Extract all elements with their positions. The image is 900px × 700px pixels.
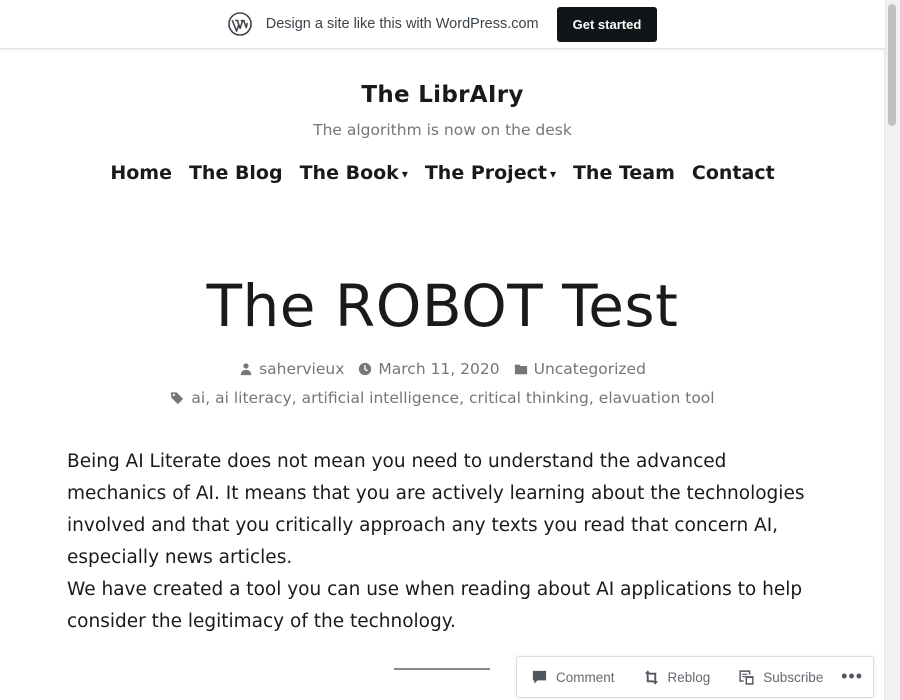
post-author[interactable]: sahervieux — [239, 360, 344, 378]
folder-icon — [514, 364, 527, 375]
nav-item-label: The Book — [299, 162, 399, 184]
nav-item-label: Contact — [691, 162, 775, 184]
site-title[interactable]: The LibrAIry — [0, 82, 885, 108]
dropdown-caret-icon: ▾ — [401, 167, 408, 181]
nav-item-the-team[interactable]: The Team — [573, 162, 675, 184]
more-options-icon[interactable]: ••• — [841, 667, 863, 685]
comment-icon — [532, 670, 547, 684]
main-nav: Home The Blog The Book ▾ The Project ▾ The… — [0, 162, 885, 184]
nav-item-contact[interactable]: Contact — [692, 162, 775, 184]
post-meta: sahervieux March 11, 2020 Uncategorized — [0, 360, 885, 378]
tag-icon — [171, 392, 184, 405]
nav-item-label: The Team — [572, 162, 675, 184]
tag-link[interactable]: ai literacy — [215, 389, 292, 407]
nav-item-label: Home — [110, 162, 172, 184]
action-bar: Comment Reblog Subscribe ••• — [516, 656, 874, 698]
get-started-button[interactable]: Get started — [556, 6, 658, 42]
reblog-icon — [644, 669, 658, 685]
scrollbar-thumb[interactable] — [888, 4, 896, 126]
person-icon — [240, 363, 252, 376]
wordpress-banner-text: Design a site like this with WordPress.c… — [265, 16, 539, 32]
post-paragraph: Being AI Literate does not mean you need… — [67, 451, 805, 568]
post-category-text: Uncategorized — [533, 360, 646, 378]
post-date[interactable]: March 11, 2020 — [358, 360, 500, 378]
page-scrollbar[interactable] — [884, 0, 900, 700]
post-category[interactable]: Uncategorized — [514, 360, 646, 378]
nav-item-the-project[interactable]: The Project ▾ — [425, 162, 556, 184]
subscribe-label: Subscribe — [763, 669, 824, 685]
post-paragraph: We have created a tool you can use when … — [67, 579, 803, 632]
post-tags: ai, ai literacy, artificial intelligence… — [0, 389, 885, 407]
reblog-button[interactable]: Reblog — [643, 669, 711, 686]
nav-item-label: The Blog — [188, 162, 283, 184]
post-author-name: sahervieux — [259, 360, 345, 378]
wordpress-banner: Design a site like this with WordPress.c… — [0, 0, 885, 49]
nav-item-home[interactable]: Home — [110, 162, 172, 184]
nav-item-label: The Project — [424, 162, 547, 184]
content-divider — [394, 668, 490, 670]
site-tagline: The algorithm is now on the desk — [313, 121, 572, 139]
nav-item-the-blog[interactable]: The Blog — [189, 162, 283, 184]
dropdown-caret-icon: ▾ — [549, 167, 556, 181]
tag-link[interactable]: ai — [191, 389, 205, 407]
tag-link[interactable]: critical thinking — [469, 389, 589, 407]
nav-item-the-book[interactable]: The Book ▾ — [300, 162, 408, 184]
comment-label: Comment — [556, 669, 615, 685]
post-date-text: March 11, 2020 — [378, 360, 500, 378]
reblog-label: Reblog — [667, 669, 711, 685]
comment-button[interactable]: Comment — [531, 669, 615, 686]
tag-link[interactable]: artificial intelligence — [302, 389, 460, 407]
clock-icon — [359, 362, 372, 376]
tag-link[interactable]: elavuation tool — [599, 389, 715, 407]
subscribe-button[interactable]: Subscribe — [738, 669, 823, 686]
subscribe-icon — [739, 669, 754, 685]
post-title: The ROBOT Test — [206, 272, 679, 340]
wordpress-logo-icon[interactable] — [227, 12, 252, 36]
